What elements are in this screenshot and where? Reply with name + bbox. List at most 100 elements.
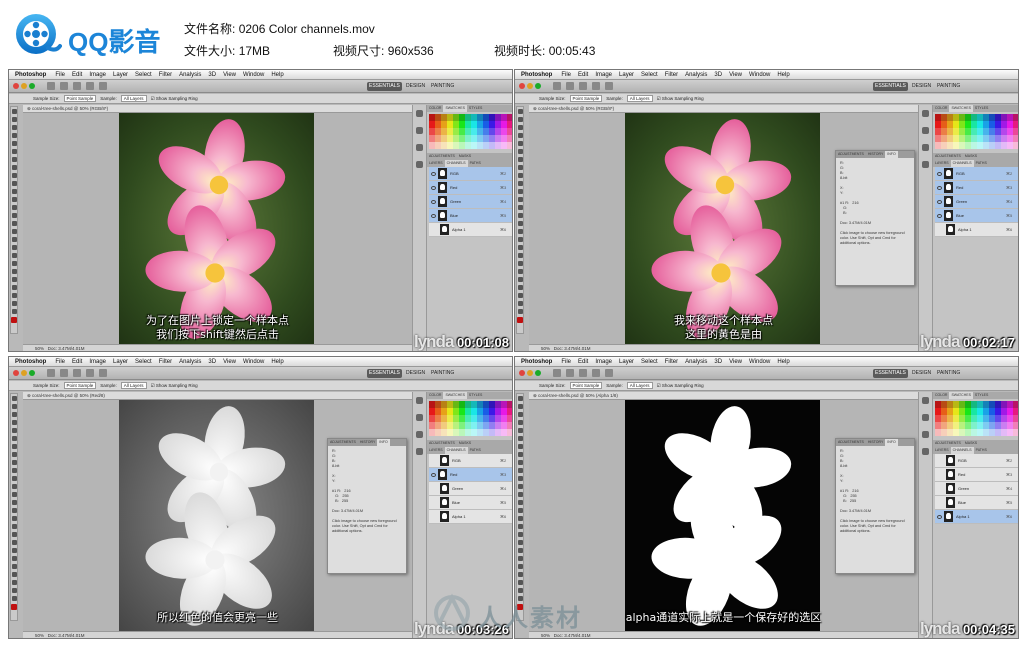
tab-swatches[interactable]: SWATCHES <box>949 392 973 399</box>
panel-icon[interactable] <box>416 414 423 421</box>
close-window-icon[interactable] <box>519 370 525 376</box>
tool-icon[interactable] <box>11 412 17 417</box>
mini-bridge-icon[interactable] <box>60 82 68 90</box>
tool-icon[interactable] <box>11 237 17 242</box>
menu-filter[interactable]: Filter <box>159 359 172 365</box>
show-sampling-ring-checkbox[interactable]: ☑ Show Sampling Ring <box>657 383 704 389</box>
workspace-design[interactable]: DESIGN <box>404 82 427 91</box>
panel-icon[interactable] <box>416 110 423 117</box>
app-menu[interactable]: Photoshop <box>521 72 552 78</box>
tab-channels[interactable]: CHANNELS <box>950 160 974 167</box>
panel-icon[interactable] <box>922 144 929 151</box>
tool-icon[interactable] <box>11 484 17 489</box>
tab-swatches[interactable]: SWATCHES <box>443 105 467 112</box>
tool-icon[interactable] <box>11 221 17 226</box>
sample-size-dropdown[interactable]: Point Sample <box>63 95 97 102</box>
tab-color[interactable]: COLOR <box>427 392 443 399</box>
tool-icon[interactable] <box>11 253 17 258</box>
tool-icon[interactable] <box>517 460 523 465</box>
tab-swatches[interactable]: SWATCHES <box>443 392 467 399</box>
menu-filter[interactable]: Filter <box>665 72 678 78</box>
tab-channels[interactable]: CHANNELS <box>444 160 468 167</box>
sample-dropdown[interactable]: All Layers <box>120 95 147 102</box>
channel-row-red[interactable]: Red ⌘3 <box>935 181 1018 195</box>
document-tab[interactable]: ⊗ coral-tree-shells.psd @ 50% (Alpha 1/8… <box>529 392 918 400</box>
tab-adjustments[interactable]: ADJUSTMENTS <box>933 440 963 447</box>
sample-dropdown[interactable]: All Layers <box>626 382 653 389</box>
channel-row-blue[interactable]: Blue ⌘5 <box>935 496 1018 510</box>
tool-icon[interactable] <box>11 165 17 170</box>
menu-image[interactable]: Image <box>595 72 612 78</box>
tool-icon[interactable] <box>11 524 17 529</box>
tool-icon[interactable] <box>517 157 523 162</box>
tab-paths[interactable]: PATHS <box>468 447 483 454</box>
show-sampling-ring-checkbox[interactable]: ☑ Show Sampling Ring <box>151 383 198 389</box>
visibility-eye-icon[interactable] <box>432 515 437 519</box>
tool-icon[interactable] <box>11 261 17 266</box>
panel-icon[interactable] <box>922 431 929 438</box>
channel-row-alpha-1[interactable]: Alpha 1 ⌘6 <box>935 510 1018 524</box>
menu-help[interactable]: Help <box>777 359 789 365</box>
tool-icon[interactable] <box>517 492 523 497</box>
menu-view[interactable]: View <box>729 72 742 78</box>
tool-icon[interactable] <box>517 500 523 505</box>
workspace-design[interactable]: DESIGN <box>404 369 427 378</box>
foreground-color-swatch[interactable] <box>517 317 523 323</box>
menu-edit[interactable]: Edit <box>72 72 82 78</box>
info-tab-history[interactable]: HISTORY <box>866 439 885 446</box>
close-window-icon[interactable] <box>519 83 525 89</box>
menu-select[interactable]: Select <box>641 72 658 78</box>
menu-edit[interactable]: Edit <box>72 359 82 365</box>
visibility-eye-icon[interactable] <box>937 514 942 519</box>
info-tab-adjustments[interactable]: ADJUSTMENTS <box>328 439 358 446</box>
tab-layers[interactable]: LAYERS <box>427 160 445 167</box>
panel-icon[interactable] <box>416 448 423 455</box>
menu-help[interactable]: Help <box>271 359 283 365</box>
panel-icon[interactable] <box>416 127 423 134</box>
tool-icon[interactable] <box>517 141 523 146</box>
channel-row-alpha-1[interactable]: Alpha 1 ⌘6 <box>429 223 512 237</box>
tab-masks[interactable]: MASKS <box>457 153 473 160</box>
menu-layer[interactable]: Layer <box>113 72 128 78</box>
tool-icon[interactable] <box>11 580 17 585</box>
visibility-eye-icon[interactable] <box>432 501 437 505</box>
image-area[interactable] <box>119 113 314 344</box>
tool-icon[interactable] <box>11 149 17 154</box>
tab-adjustments[interactable]: ADJUSTMENTS <box>427 153 457 160</box>
tab-paths[interactable]: PATHS <box>974 160 989 167</box>
tool-icon[interactable] <box>11 181 17 186</box>
arrange-documents-icon[interactable] <box>605 82 613 90</box>
thumbnail-frame-4[interactable]: Photoshop File Edit Image Layer Select Filter A… <box>514 356 1019 639</box>
tool-icon[interactable] <box>517 588 523 593</box>
tool-icon[interactable] <box>11 125 17 130</box>
channel-row-rgb[interactable]: RGB ⌘2 <box>429 167 512 181</box>
workspace-essentials[interactable]: ESSENTIALS <box>367 82 402 91</box>
arrange-documents-icon[interactable] <box>99 82 107 90</box>
tool-icon[interactable] <box>517 165 523 170</box>
channel-row-alpha-1[interactable]: Alpha 1 ⌘6 <box>429 510 512 524</box>
panel-icon[interactable] <box>416 431 423 438</box>
zoom-window-icon[interactable] <box>535 83 541 89</box>
tool-icon[interactable] <box>517 532 523 537</box>
tool-icon[interactable] <box>11 109 17 114</box>
workspace-essentials[interactable]: ESSENTIALS <box>873 369 908 378</box>
info-panel[interactable]: ADJUSTMENTS HISTORY INFO R: G: B: 8-bit X:… <box>835 438 915 574</box>
menu-3d[interactable]: 3D <box>208 72 216 78</box>
tool-icon[interactable] <box>517 133 523 138</box>
visibility-eye-icon[interactable] <box>432 228 437 232</box>
sample-dropdown[interactable]: All Layers <box>120 382 147 389</box>
info-panel[interactable]: ADJUSTMENTS HISTORY INFO R: G: B: 8-bit X:… <box>835 150 915 286</box>
tool-icon[interactable] <box>11 301 17 306</box>
channel-row-rgb[interactable]: RGB ⌘2 <box>935 454 1018 468</box>
menu-select[interactable]: Select <box>135 359 152 365</box>
tool-icon[interactable] <box>11 245 17 250</box>
tool-icon[interactable] <box>517 221 523 226</box>
panel-icon[interactable] <box>922 397 929 404</box>
tool-icon[interactable] <box>11 197 17 202</box>
document-canvas[interactable] <box>23 113 412 344</box>
info-tab-info[interactable]: INFO <box>885 439 898 446</box>
workspace-painting[interactable]: PAINTING <box>429 82 456 91</box>
flower-photo[interactable] <box>625 113 820 344</box>
tab-layers[interactable]: LAYERS <box>933 447 951 454</box>
tool-icon[interactable] <box>11 556 17 561</box>
